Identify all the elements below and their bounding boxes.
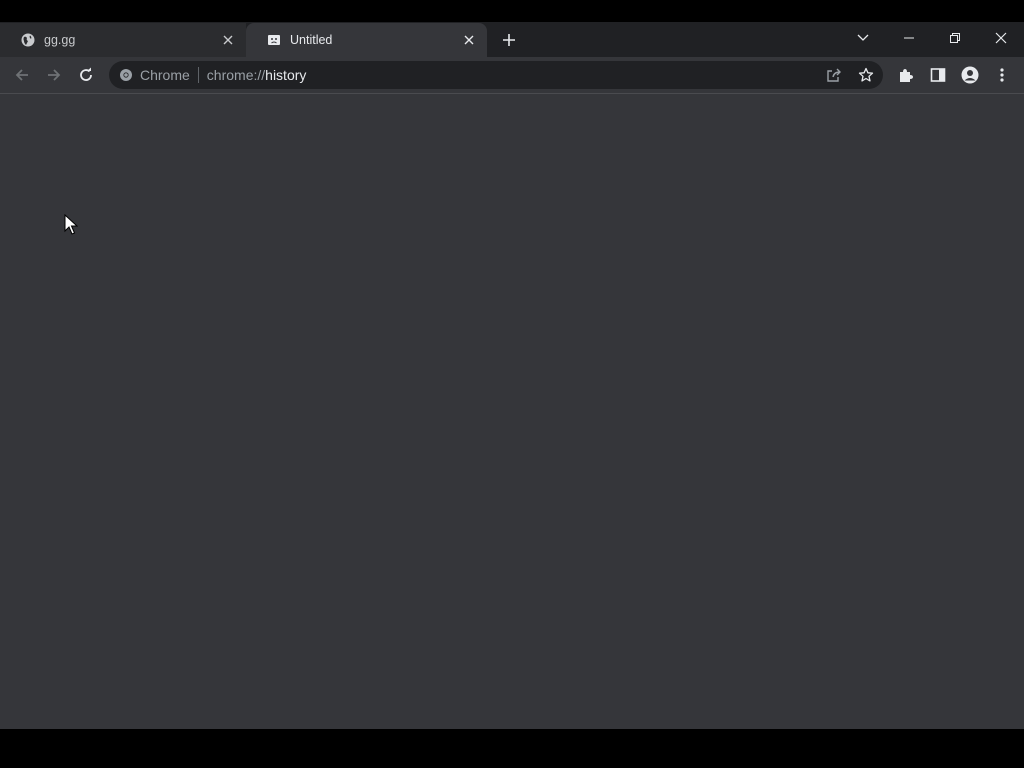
browser-window: gg.gg Untitled Chrome chrome:// history <box>0 22 1024 729</box>
restore-button[interactable] <box>940 26 970 50</box>
puzzle-icon <box>900 69 913 82</box>
reload-button[interactable] <box>74 63 98 87</box>
avatar-icon <box>961 66 979 84</box>
chrome-logo-icon <box>119 68 133 82</box>
broken-page-icon <box>266 32 282 48</box>
close-tab-icon[interactable] <box>461 32 477 48</box>
tab-search-button[interactable] <box>848 26 878 50</box>
url-scheme: chrome:// <box>206 67 266 83</box>
forward-button[interactable] <box>42 63 66 87</box>
url-path: history <box>265 67 307 83</box>
share-icon <box>827 68 841 82</box>
extensions-button[interactable] <box>894 63 918 87</box>
tab-title: Untitled <box>290 33 333 47</box>
minimize-icon <box>904 37 914 39</box>
close-icon <box>995 32 1007 44</box>
star-icon <box>858 67 874 82</box>
reload-icon <box>80 67 92 81</box>
omnibox-chip-label: Chrome <box>140 67 190 83</box>
new-tab-button[interactable] <box>499 30 519 50</box>
bookmark-button[interactable] <box>854 63 878 87</box>
tab-title: gg.gg <box>44 33 76 47</box>
minimize-button[interactable] <box>894 26 924 50</box>
chevron-down-icon <box>857 34 869 41</box>
omnibox[interactable]: Chrome chrome://history <box>109 61 883 89</box>
tab-gg-gg[interactable]: gg.gg <box>0 23 246 57</box>
arrow-left-icon <box>15 69 28 81</box>
arrow-right-icon <box>48 69 61 81</box>
back-button[interactable] <box>10 63 34 87</box>
side-panel-icon <box>930 68 946 82</box>
side-panel-button[interactable] <box>926 63 950 87</box>
close-window-button[interactable] <box>986 26 1016 50</box>
restore-icon <box>950 33 960 43</box>
plus-icon <box>503 34 515 46</box>
tab-strip: gg.gg Untitled <box>0 22 1024 57</box>
omnibox-divider <box>197 67 199 83</box>
share-button[interactable] <box>822 63 846 87</box>
toolbar: Chrome chrome://history <box>0 57 1024 94</box>
tab-untitled[interactable]: Untitled <box>246 23 487 57</box>
close-tab-icon[interactable] <box>220 32 236 48</box>
menu-button[interactable] <box>990 63 1014 87</box>
mouse-cursor-icon <box>64 213 79 241</box>
letterbox-bottom <box>0 729 1024 768</box>
globe-icon <box>20 32 36 48</box>
kebab-menu-icon <box>1000 68 1004 82</box>
letterbox-top <box>0 0 1024 22</box>
profile-button[interactable] <box>958 63 982 87</box>
page-content <box>0 94 1024 729</box>
